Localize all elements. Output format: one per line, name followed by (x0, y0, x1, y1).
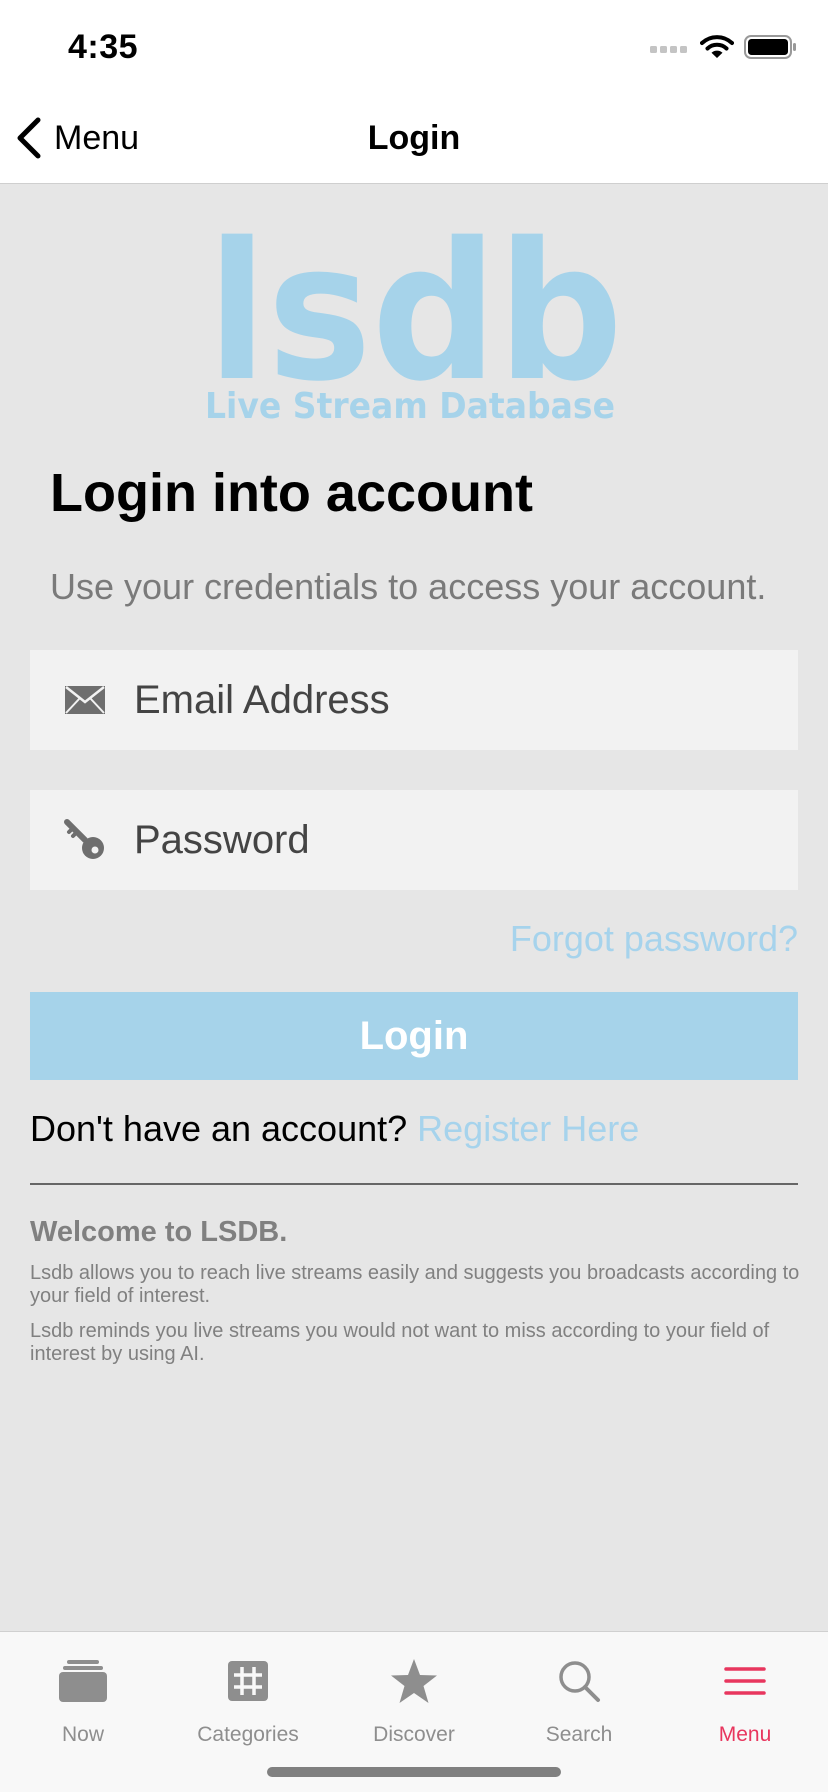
tab-discover[interactable]: Discover (331, 1632, 497, 1762)
stack-icon (58, 1656, 108, 1706)
welcome-paragraph: Lsdb allows you to reach live streams ea… (30, 1262, 800, 1307)
welcome-title: Welcome to LSDB. (30, 1216, 288, 1248)
login-subtitle: Use your credentials to access your acco… (50, 566, 767, 607)
email-input[interactable] (132, 676, 736, 724)
star-icon (390, 1656, 438, 1706)
page-title: Login (367, 119, 461, 157)
tab-menu[interactable]: Menu (662, 1632, 828, 1762)
hamburger-menu-icon (724, 1656, 766, 1706)
status-bar: 4:35 (0, 0, 828, 92)
envelope-icon (60, 685, 110, 715)
email-field[interactable] (30, 650, 798, 750)
signal-icon (650, 46, 687, 53)
tab-label: Menu (718, 1723, 772, 1746)
status-time: 4:35 (68, 28, 139, 66)
status-icons (650, 34, 798, 60)
tab-now[interactable]: Now (0, 1632, 166, 1762)
key-icon (60, 818, 110, 862)
home-indicator (267, 1767, 561, 1777)
login-button[interactable]: Login (30, 992, 798, 1080)
wifi-icon (700, 35, 734, 58)
divider (30, 1183, 798, 1185)
register-prompt: Don't have an account? (30, 1108, 408, 1149)
navigation-bar: Menu Login (0, 92, 828, 184)
tab-label: Discover (373, 1723, 455, 1746)
search-icon (557, 1656, 601, 1706)
logo-tagline: Live Stream Database (205, 386, 615, 427)
register-link[interactable]: Register Here (417, 1108, 639, 1149)
tab-label: Now (61, 1723, 104, 1746)
tab-label: Categories (197, 1723, 299, 1746)
lsdb-logo: lsdb Live Stream Database (205, 218, 623, 427)
tab-categories[interactable]: Categories (165, 1632, 331, 1762)
welcome-paragraph: Lsdb reminds you live streams you would … (30, 1320, 770, 1365)
forgot-password-link[interactable]: Forgot password? (510, 918, 798, 960)
tab-bar: Now Categories Discover Search Menu (0, 1631, 828, 1792)
password-field[interactable] (30, 790, 798, 890)
battery-icon (744, 35, 796, 59)
grid-icon (228, 1656, 268, 1706)
register-row: Don't have an account? Register Here (30, 1108, 639, 1150)
password-input[interactable] (132, 816, 736, 864)
login-heading: Login into account (50, 463, 533, 523)
tab-label: Search (545, 1723, 613, 1746)
tab-search[interactable]: Search (496, 1632, 662, 1762)
